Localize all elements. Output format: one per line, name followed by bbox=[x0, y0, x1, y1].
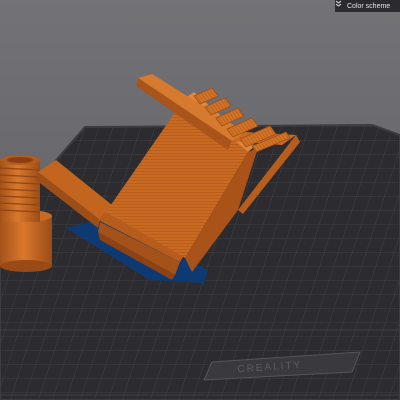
3d-viewport[interactable]: CREALITY Color scheme bbox=[0, 0, 400, 400]
scene: CREALITY bbox=[0, 74, 400, 400]
color-scheme-label: Color scheme bbox=[347, 2, 391, 10]
color-scheme-button[interactable]: Color scheme bbox=[335, 0, 400, 12]
